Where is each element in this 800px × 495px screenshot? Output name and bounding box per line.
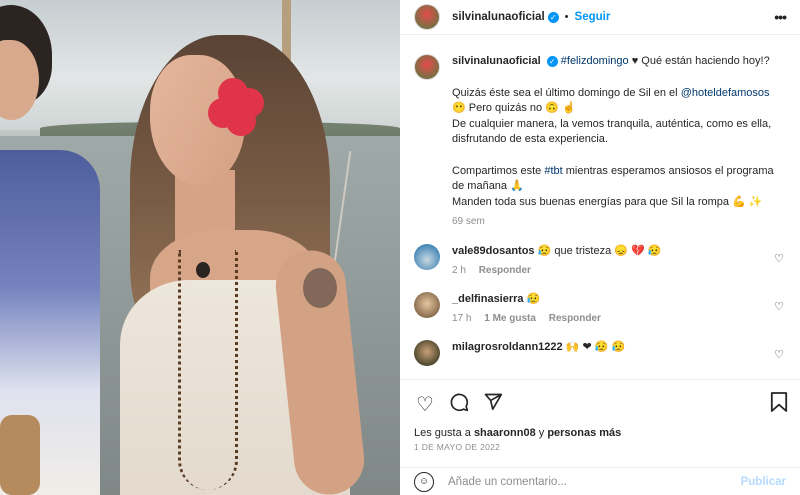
comment-item: vale89dosantos 😥 que tristeza 😞 💔 😥 2 h …: [414, 243, 786, 278]
add-comment-bar: ☺ Publicar: [400, 467, 800, 495]
photo-necklace: [178, 250, 238, 490]
caption-text: De cualquier manera, la vemos tranquila,…: [452, 117, 772, 146]
caption-text: 😶 Pero quizás no 🙃 ☝: [452, 102, 576, 114]
avatar[interactable]: [414, 4, 440, 30]
post-username[interactable]: silvinalunaoficial: [452, 11, 545, 23]
photo-bag: [0, 415, 40, 495]
reply-button[interactable]: Responder: [549, 313, 601, 324]
hashtag-link[interactable]: #tbt: [544, 165, 562, 177]
post-actions: ♡ Les gusta a shaaronn08 y personas más …: [400, 379, 800, 495]
photo-pendant: [196, 262, 210, 278]
comment-username[interactable]: milagrosroldann1222: [452, 341, 563, 353]
comment-likes-count[interactable]: 1 Me gusta: [484, 313, 536, 324]
photo-mast: [282, 0, 291, 60]
caption-text: Quizás éste sea el último domingo de Sil…: [452, 86, 678, 99]
caption: silvinalunaoficial ✓ #felizdomingo ♥ Qué…: [414, 54, 786, 230]
caption-username[interactable]: silvinalunaoficial: [452, 55, 541, 67]
comment-username[interactable]: vale89dosantos: [452, 245, 535, 257]
caption-text: Manden toda sus buenas energías para que…: [452, 195, 763, 208]
emoji-icon[interactable]: ☺: [414, 472, 434, 492]
post-photo[interactable]: [0, 0, 400, 495]
comment-item: _delfinasierra 😥 17 h 1 Me gusta Respond…: [414, 291, 786, 326]
reply-button[interactable]: Responder: [479, 265, 531, 276]
comment-like-icon[interactable]: ♡: [774, 252, 784, 265]
comment-time[interactable]: 2 h: [452, 265, 466, 276]
more-options-icon[interactable]: •••: [774, 9, 787, 25]
caption-text: Compartimos este: [452, 164, 542, 177]
comment-like-icon[interactable]: ♡: [774, 300, 784, 313]
comment-like-icon[interactable]: ♡: [774, 348, 784, 361]
likes-prefix: Les gusta a: [414, 427, 471, 439]
caption-time[interactable]: 69 sem: [452, 214, 782, 230]
comment-avatar[interactable]: [414, 339, 440, 366]
post-date[interactable]: 1 DE MAYO DE 2022: [414, 442, 500, 452]
comment-item: milagrosroldann1222 🙌 ❤ 😥 😥 ♡: [414, 339, 786, 366]
follow-button[interactable]: Seguir: [575, 11, 611, 23]
mention-link[interactable]: @hoteldefamosos: [681, 87, 770, 99]
caption-text: ♥ Qué están haciendo hoy!?: [631, 55, 770, 67]
photo-flower: [208, 78, 268, 138]
heart-icon[interactable]: ♡: [414, 392, 436, 418]
share-icon[interactable]: [482, 392, 504, 418]
separator-dot: •: [564, 11, 569, 23]
verified-icon: ✓: [547, 11, 559, 23]
photo-tattoo: [303, 268, 337, 308]
likes-others-link[interactable]: personas más: [547, 427, 621, 439]
bookmark-icon[interactable]: [770, 392, 788, 417]
comment-avatar[interactable]: [414, 291, 440, 318]
comment-text: 🙌 ❤ 😥 😥: [565, 340, 626, 353]
comments-scroll-area[interactable]: silvinalunaoficial ✓ #felizdomingo ♥ Qué…: [400, 36, 800, 379]
likes-user-link[interactable]: shaaronn08: [474, 427, 536, 439]
likes-middle: y: [538, 427, 545, 439]
post-header: silvinalunaoficial ✓ • Seguir •••: [400, 0, 800, 35]
comment-avatar[interactable]: [414, 243, 440, 270]
verified-icon: ✓: [546, 56, 558, 67]
comment-input[interactable]: [448, 476, 728, 488]
likes-summary: Les gusta a shaaronn08 y personas más: [414, 427, 621, 439]
comment-icon[interactable]: [448, 392, 470, 418]
comment-text: 😥: [526, 292, 541, 305]
comment-username[interactable]: _delfinasierra: [452, 293, 524, 305]
hashtag-link[interactable]: #felizdomingo: [561, 55, 629, 67]
post-panel: silvinalunaoficial ✓ • Seguir ••• silvin…: [400, 0, 800, 495]
comment-time[interactable]: 17 h: [452, 313, 471, 324]
comment-text: 😥 que tristeza 😞 💔 😥: [537, 244, 662, 257]
publish-button[interactable]: Publicar: [741, 476, 786, 488]
caption-avatar[interactable]: [414, 54, 440, 80]
